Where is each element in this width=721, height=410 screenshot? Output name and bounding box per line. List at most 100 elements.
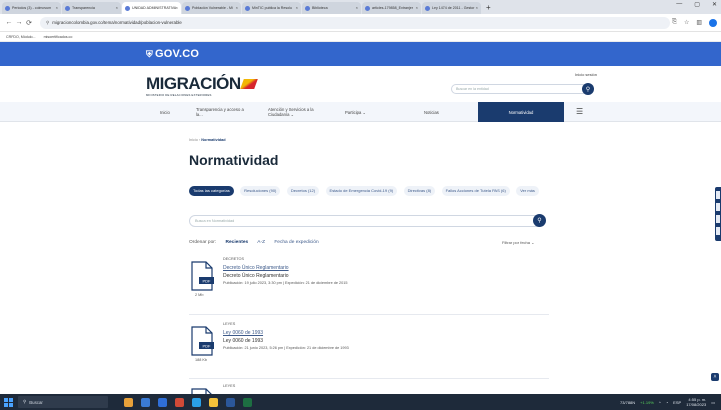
new-tab-button[interactable]: +: [486, 2, 491, 14]
pdf-file-icon[interactable]: PDF: [189, 261, 215, 291]
excel-icon[interactable]: [243, 397, 252, 407]
browser-tab[interactable]: articles-179858_Extranjer ×: [362, 2, 421, 14]
close-icon[interactable]: ×: [176, 5, 178, 10]
favicon-icon: [185, 5, 190, 11]
login-link[interactable]: Inicio sesión: [575, 72, 597, 77]
site-header: MIGRACIÓN MINISTERIO DE RELACIONES EXTER…: [0, 66, 721, 102]
nav-inicio[interactable]: Inicio: [160, 102, 170, 122]
bookmark-item[interactable]: misoertificados.co: [44, 35, 73, 39]
windows-start-icon[interactable]: [4, 397, 13, 407]
nav-normatividad[interactable]: Normatividad: [478, 102, 564, 122]
close-window-button[interactable]: ✕: [712, 1, 717, 8]
browser-tab[interactable]: MinTIC publica la Resolu ×: [242, 2, 301, 14]
nav-participa[interactable]: Participa ⌄: [345, 102, 366, 122]
document-link[interactable]: Decreto Único Reglamentario: [223, 265, 289, 271]
language-indicator[interactable]: ESP: [673, 400, 681, 405]
sort-recientes[interactable]: Recientes: [226, 240, 249, 245]
edge-icon[interactable]: [192, 397, 201, 407]
bookmark-star-icon[interactable]: ☆: [684, 19, 689, 26]
browser-tab[interactable]: Ley 1474 de 2011 - Gestor ×: [422, 2, 481, 14]
network-icon[interactable]: ◔: [666, 400, 668, 405]
chrome-icon[interactable]: [175, 397, 184, 407]
tab-label: Periodos (3) - colmovum: [12, 6, 52, 10]
favicon-icon: [5, 5, 10, 11]
minimize-button[interactable]: —: [676, 1, 682, 8]
chip-decretos[interactable]: Decretos (12): [286, 186, 320, 196]
nav-atencion[interactable]: Atención y Servicios a la Ciudadanía ⌄: [268, 102, 330, 122]
taskbar-search[interactable]: ⚲ Buscar: [18, 396, 108, 408]
document-category: LEYES: [223, 384, 236, 388]
document-link[interactable]: Ley 0060 de 1993: [223, 330, 263, 336]
nav-noticias[interactable]: Noticias: [424, 102, 439, 122]
task-view-icon[interactable]: [124, 397, 133, 407]
sidepanel-icon[interactable]: ▥: [696, 19, 702, 26]
sort-fecha[interactable]: Fecha de expedición: [274, 240, 318, 245]
maximize-button[interactable]: ▢: [694, 1, 700, 8]
browser-tab[interactable]: Biblioteca ×: [302, 2, 361, 14]
browser-tab[interactable]: Periodos (3) - colmovum ×: [2, 2, 61, 14]
filter-by-date[interactable]: Filtrar por fecha ⌄: [502, 240, 534, 245]
browser-tab-active[interactable]: UNIDAD ADMINISTRATIVA ×: [122, 2, 181, 14]
close-icon[interactable]: ×: [416, 5, 418, 10]
pdf-file-icon[interactable]: PDF: [189, 326, 215, 356]
sort-az[interactable]: A-Z: [257, 240, 265, 245]
document-item: PDF 2 Mb DECRETOS Decreto Único Reglamen…: [189, 257, 549, 307]
site-search-input[interactable]: Buscar en la entidad: [451, 84, 591, 94]
tab-label: MinTIC publica la Resolu: [252, 6, 292, 10]
search-icon: ⚲: [585, 86, 591, 93]
widgets-icon[interactable]: [141, 397, 150, 407]
teams-icon[interactable]: [158, 397, 167, 407]
accessibility-side-tab[interactable]: [715, 187, 721, 241]
browser-tab[interactable]: Transparencia ×: [62, 2, 121, 14]
browser-tab[interactable]: Población Vulnerable - Mi ×: [182, 2, 241, 14]
share-icon[interactable]: ⎘: [672, 19, 677, 26]
file-explorer-icon[interactable]: [209, 397, 218, 407]
svg-text:PDF: PDF: [203, 278, 212, 283]
page-title: Normatividad: [189, 152, 279, 168]
file-size: 2 Mb: [195, 293, 204, 297]
sort-row: Ordenar por: Recientes A-Z Fecha de expe…: [189, 240, 327, 245]
content-search-button[interactable]: ⚲: [533, 214, 546, 227]
chip-ver-mas[interactable]: Ver más: [516, 186, 539, 196]
main-nav: Inicio Transparencia y acceso a la... At…: [0, 102, 721, 122]
migracion-logo[interactable]: MIGRACIÓN: [146, 74, 258, 94]
tab-label: UNIDAD ADMINISTRATIVA: [132, 6, 177, 10]
close-icon[interactable]: ×: [356, 5, 358, 10]
site-search-button[interactable]: ⚲: [582, 83, 594, 95]
site-search-placeholder: Buscar en la entidad: [456, 87, 489, 91]
forward-icon[interactable]: →: [14, 19, 24, 26]
nav-transparencia[interactable]: Transparencia y acceso a la...: [196, 102, 248, 122]
clock[interactable]: 4:55 p. m. 17/08/2023: [686, 397, 706, 407]
chip-all-categories[interactable]: Todas las categorías: [189, 186, 234, 196]
address-bar-row: ← → ⟳ ⚲ migracioncolombia.gov.co/tema/no…: [0, 14, 721, 32]
bookmarks-bar: CRFDO, Módulo... misoertificados.co: [0, 32, 721, 42]
reload-icon[interactable]: ⟳: [24, 19, 34, 27]
chip-resoluciones[interactable]: Resoluciones (90): [240, 186, 281, 196]
chip-covid[interactable]: Estado de Emergencia Covid-19 (9): [325, 186, 398, 196]
chip-fallos[interactable]: Fallos Acciones de Tutela PAS (6): [441, 186, 510, 196]
content-search-input[interactable]: Busca en Normatividad: [189, 215, 544, 227]
stock-ticker[interactable]: 73/788N: [620, 400, 635, 405]
chip-directivas[interactable]: Directivas (8): [403, 186, 436, 196]
breadcrumb-separator: ›: [198, 138, 201, 142]
notifications-icon[interactable]: ▭: [711, 400, 715, 405]
url-input[interactable]: ⚲ migracioncolombia.gov.co/tema/normativ…: [40, 16, 670, 29]
bookmark-item[interactable]: CRFDO, Módulo...: [6, 35, 36, 39]
close-icon[interactable]: ×: [236, 5, 238, 10]
tray-overflow-icon[interactable]: ^: [659, 400, 661, 405]
favicon-icon: [305, 5, 310, 11]
govco-logo[interactable]: ⛨ GOV.CO: [146, 48, 199, 60]
document-name: Decreto Único Reglamentario: [223, 273, 289, 279]
close-icon[interactable]: ×: [476, 5, 478, 10]
word-icon[interactable]: [226, 397, 235, 407]
window-controls: — ▢ ✕: [676, 1, 717, 8]
close-icon[interactable]: ×: [56, 5, 58, 10]
breadcrumb-home[interactable]: Inicio: [189, 138, 198, 142]
close-icon[interactable]: ×: [116, 5, 118, 10]
menu-icon[interactable]: ☰: [576, 107, 583, 116]
close-icon[interactable]: ×: [296, 5, 298, 10]
scroll-top-button[interactable]: ˄: [711, 373, 719, 381]
site-info-icon[interactable]: ⚲: [46, 20, 49, 26]
profile-avatar[interactable]: [709, 18, 717, 27]
back-icon[interactable]: ←: [4, 19, 14, 26]
